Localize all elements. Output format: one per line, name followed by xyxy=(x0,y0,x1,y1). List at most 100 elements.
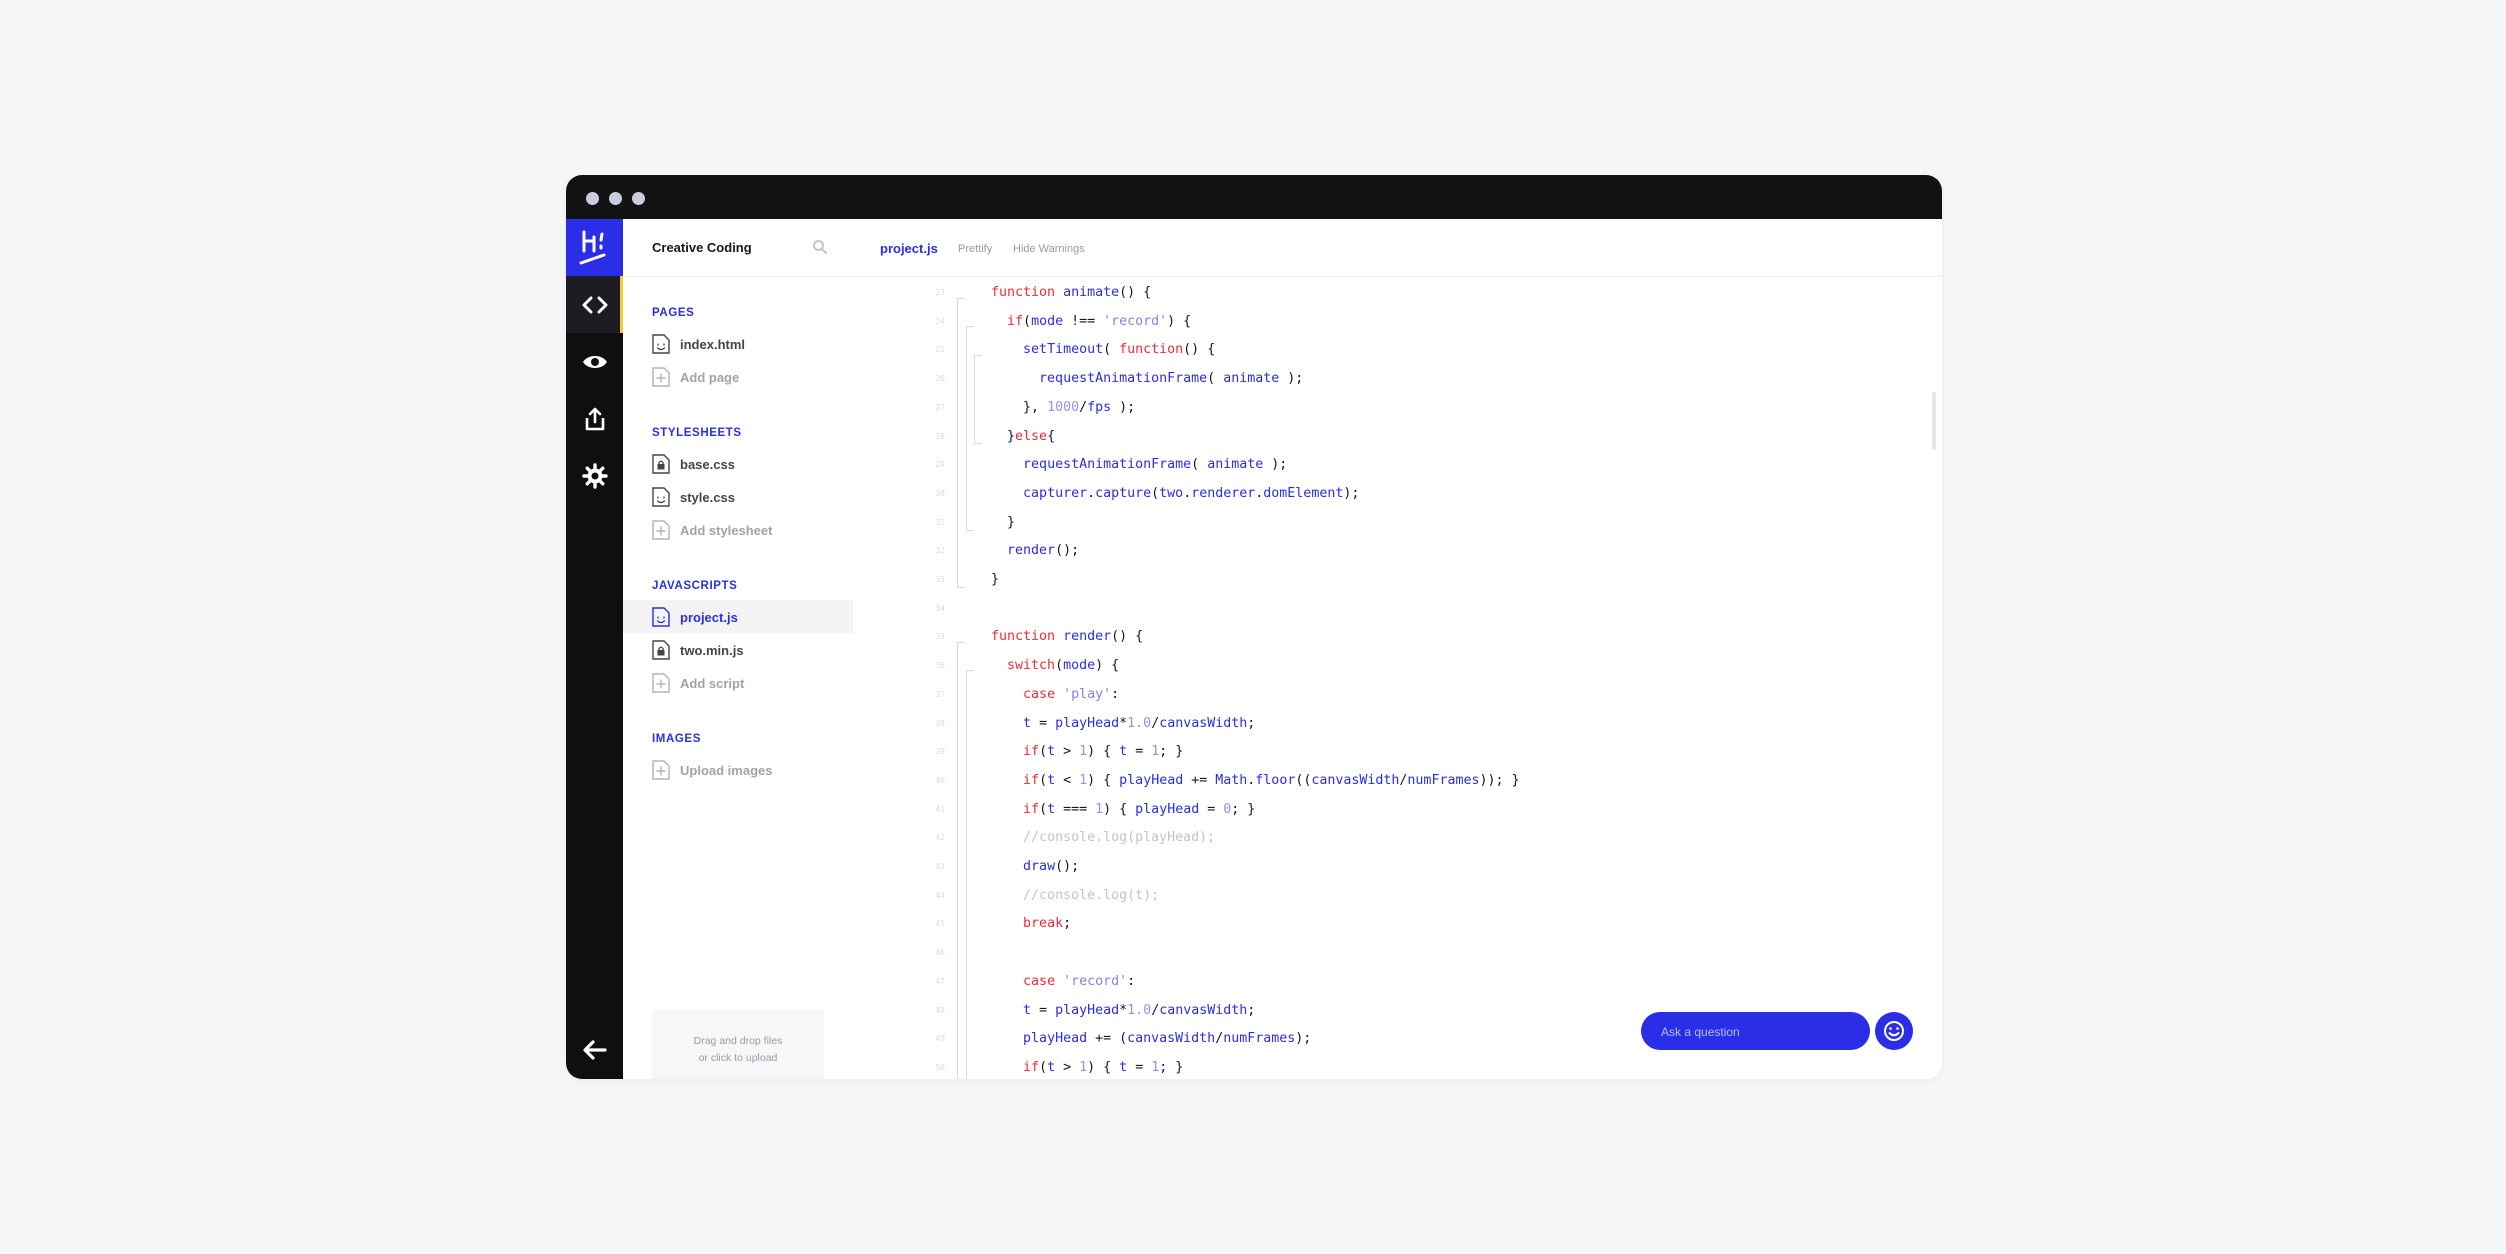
hide-warnings-button[interactable]: Hide Warnings xyxy=(1013,243,1085,255)
code-line[interactable]: 35 function render() { xyxy=(853,623,1942,652)
code-line[interactable]: 32 render(); xyxy=(853,537,1942,566)
code-line[interactable]: 47 case 'record': xyxy=(853,968,1942,997)
line-number: 31 xyxy=(935,517,945,527)
add-stylesheet-button[interactable]: Add stylesheet xyxy=(623,513,853,546)
share-button[interactable] xyxy=(566,390,623,447)
help-button[interactable] xyxy=(1875,1012,1913,1050)
section-label-javascripts: JAVASCRIPTS xyxy=(652,580,738,592)
hi-logo-icon[interactable] xyxy=(566,219,623,276)
code-line[interactable]: 39 if(t > 1) { t = 1; } xyxy=(853,738,1942,767)
icon-rail xyxy=(566,219,623,1079)
code-area[interactable]: 23 function animate() {24 if(mode !== 'r… xyxy=(853,276,1942,1079)
ask-question-field[interactable] xyxy=(1641,1012,1870,1050)
line-number: 48 xyxy=(935,1005,945,1015)
add-file-icon xyxy=(652,520,670,545)
html-file-icon xyxy=(652,334,670,359)
code-text: render(); xyxy=(1007,543,1080,559)
file-name: two.min.js xyxy=(680,643,744,658)
line-number: 33 xyxy=(935,575,945,584)
code-line[interactable]: 27 }, 1000/fps ); xyxy=(853,394,1942,423)
code-line[interactable]: 28 }else{ xyxy=(853,423,1942,452)
dropzone-line-2: or click to upload xyxy=(698,1052,778,1064)
line-number: 43 xyxy=(935,862,945,871)
window-titlebar xyxy=(566,175,1942,219)
locked-file-icon xyxy=(652,454,670,479)
line-number: 45 xyxy=(935,919,945,929)
add-page-button[interactable]: Add page xyxy=(623,360,853,393)
add-file-icon xyxy=(652,673,670,698)
code-line[interactable]: 37 case 'play': xyxy=(853,681,1942,710)
sidebar-header: Creative Coding xyxy=(623,219,853,277)
code-line[interactable]: 36 switch(mode) { xyxy=(853,652,1942,681)
code-text: function animate() { xyxy=(991,285,1152,300)
code-view-button[interactable] xyxy=(566,276,623,333)
search-icon[interactable] xyxy=(812,239,828,260)
code-line[interactable]: 46 xyxy=(853,939,1942,968)
prettify-button[interactable]: Prettify xyxy=(958,243,992,255)
code-line[interactable]: 41 if(t === 1) { playHead = 0; } xyxy=(853,796,1942,825)
code-line[interactable]: 31 } xyxy=(853,509,1942,538)
line-number: 34 xyxy=(935,603,945,613)
code-icon xyxy=(582,296,607,313)
project-title: Creative Coding xyxy=(652,240,752,255)
code-line[interactable]: 50 if(t > 1) { t = 1; } xyxy=(853,1054,1942,1079)
code-text: if(t < 1) { playHead += Math.floor((canv… xyxy=(1023,772,1520,788)
file-name: base.css xyxy=(680,457,735,472)
code-text: }else{ xyxy=(975,428,1056,444)
line-number: 32 xyxy=(935,546,945,556)
line-number: 41 xyxy=(935,804,945,814)
code-line[interactable]: 24 if(mode !== 'record') { xyxy=(853,308,1942,337)
code-line[interactable]: 23 function animate() { xyxy=(853,279,1942,308)
file-item-index-html[interactable]: index.html xyxy=(623,327,853,360)
file-item-project-js[interactable]: project.js xyxy=(623,600,853,633)
line-number: 27 xyxy=(935,402,945,412)
upload-images-button[interactable]: Upload images xyxy=(623,753,853,786)
css-file-icon xyxy=(652,487,670,512)
file-item-two-min-js[interactable]: two.min.js xyxy=(623,633,853,666)
file-item-style-css[interactable]: style.css xyxy=(623,480,853,513)
code-text: draw(); xyxy=(1023,859,1080,874)
code-line[interactable]: 25 setTimeout( function() { xyxy=(853,336,1942,365)
code-line[interactable]: 29 requestAnimationFrame( animate ); xyxy=(853,451,1942,480)
code-line[interactable]: 44 //console.log(t); xyxy=(853,882,1942,911)
section-label-pages: PAGES xyxy=(652,307,695,319)
line-number: 29 xyxy=(935,460,945,470)
code-text: if(mode !== 'record') { xyxy=(1007,313,1192,329)
code-line[interactable]: 38 t = playHead*1.0/canvasWidth; xyxy=(853,710,1942,739)
tab-project-js[interactable]: project.js xyxy=(880,241,938,256)
code-line[interactable]: 26 requestAnimationFrame( animate ); xyxy=(853,365,1942,394)
back-button[interactable] xyxy=(566,1021,623,1078)
settings-button[interactable] xyxy=(566,447,623,504)
preview-button[interactable] xyxy=(566,333,623,390)
file-item-base-css[interactable]: base.css xyxy=(623,447,853,480)
code-line[interactable]: 40 if(t < 1) { playHead += Math.floor((c… xyxy=(853,767,1942,796)
window-control-close[interactable] xyxy=(586,192,599,205)
code-line[interactable]: 33 } xyxy=(853,566,1942,595)
line-number: 35 xyxy=(935,632,945,642)
code-line[interactable]: 43 draw(); xyxy=(853,853,1942,882)
window-control-maximize[interactable] xyxy=(632,192,645,205)
editor-scrollbar[interactable] xyxy=(1932,392,1936,450)
code-line[interactable]: 45 break; xyxy=(853,910,1942,939)
locked-file-icon xyxy=(652,640,670,665)
code-line[interactable]: 30 capturer.capture(two.renderer.domElem… xyxy=(853,480,1942,509)
window-control-minimize[interactable] xyxy=(609,192,622,205)
add-script-button[interactable]: Add script xyxy=(623,666,853,699)
line-number: 39 xyxy=(935,747,945,757)
editor-header: project.js Prettify Hide Warnings xyxy=(853,219,1942,277)
code-line[interactable]: 34 xyxy=(853,595,1942,624)
smiley-icon xyxy=(1884,1021,1904,1041)
code-text: requestAnimationFrame( animate ); xyxy=(1039,371,1304,387)
js-file-icon xyxy=(652,607,670,632)
section-label-stylesheets: STYLESHEETS xyxy=(652,427,742,439)
file-sidebar: Creative Coding PAGES index.html Add pag… xyxy=(623,219,854,1079)
code-line[interactable]: 42 //console.log(playHead); xyxy=(853,824,1942,853)
code-text: requestAnimationFrame( animate ); xyxy=(1023,457,1288,473)
line-number: 36 xyxy=(935,661,945,671)
code-text: break; xyxy=(1023,916,1072,932)
upload-dropzone[interactable]: Drag and drop files or click to upload xyxy=(652,1009,824,1079)
code-text: switch(mode) { xyxy=(1007,658,1120,674)
ask-question-input[interactable] xyxy=(1659,1021,1853,1043)
line-number: 42 xyxy=(935,833,945,843)
file-name: project.js xyxy=(680,610,738,625)
